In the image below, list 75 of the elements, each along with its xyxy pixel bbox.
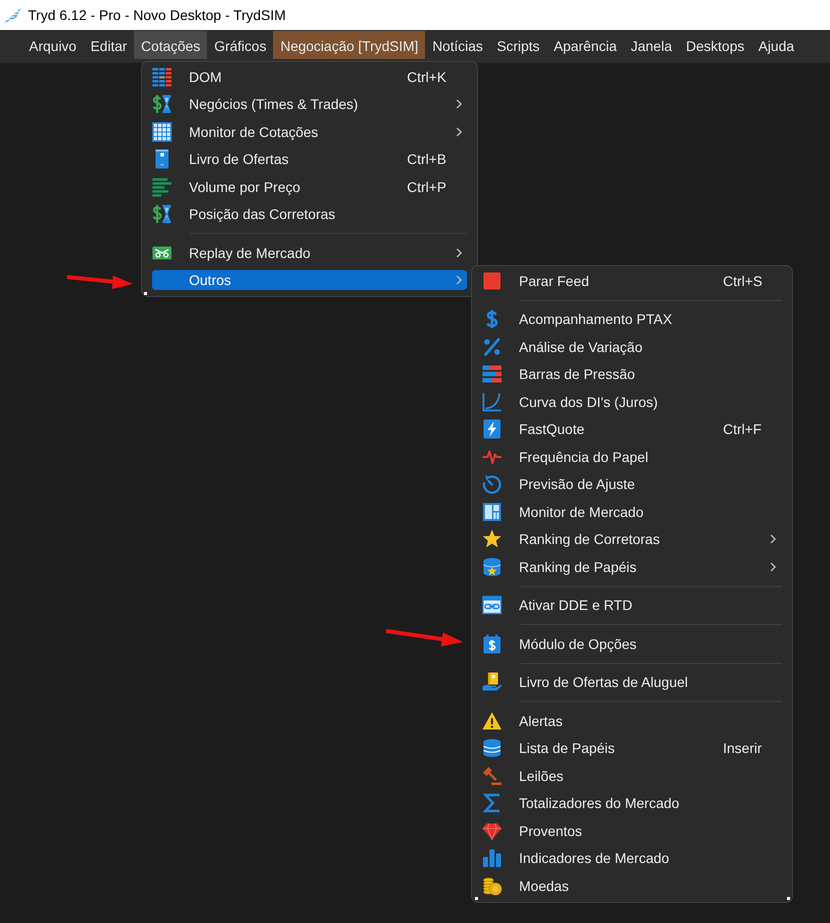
bar-grid-icon bbox=[152, 66, 172, 87]
coins-icon bbox=[482, 876, 502, 896]
menu-item[interactable]: Ranking de Papéis bbox=[482, 556, 782, 577]
menu-bar-item[interactable]: Aparência bbox=[546, 31, 624, 59]
shortcut-text: Ctrl+F bbox=[723, 420, 762, 440]
menu-item[interactable]: Livro de Ofertas de Aluguel bbox=[482, 672, 782, 692]
gem-icon bbox=[482, 820, 502, 841]
menu-item[interactable]: Ranking de Corretoras bbox=[482, 529, 782, 550]
menu-item[interactable]: Frequência do Papel bbox=[482, 446, 782, 467]
calendar-dollar-icon bbox=[482, 634, 502, 654]
split-bars-icon bbox=[482, 364, 502, 384]
warning-icon bbox=[482, 710, 502, 731]
lightning-icon bbox=[482, 419, 502, 440]
menu-item[interactable]: Ativar DDE e RTD bbox=[482, 595, 782, 616]
menu-item[interactable]: Replay de Mercado bbox=[152, 242, 467, 263]
shortcut-text: Ctrl+K bbox=[407, 68, 446, 87]
menu-item[interactable]: Proventos bbox=[482, 820, 782, 841]
corner-marker-icon bbox=[475, 897, 478, 900]
menu-item[interactable]: Livro de Ofertas Ctrl+B bbox=[152, 149, 467, 170]
menu-item[interactable]: DOM Ctrl+K bbox=[152, 66, 467, 87]
menu-item[interactable]: Leilões bbox=[482, 766, 782, 786]
star-icon bbox=[482, 529, 502, 550]
horizontal-bars-icon bbox=[152, 176, 172, 197]
menu-item[interactable]: Monitor de Cotações bbox=[152, 122, 467, 142]
menu-bar-item[interactable]: Editar bbox=[83, 31, 134, 59]
menu-bar-item[interactable]: Negociação [TrydSIM] bbox=[273, 31, 426, 59]
menu-bar-item[interactable]: Desktops bbox=[679, 31, 752, 59]
table-grid-icon bbox=[152, 122, 172, 142]
feather-logo-icon bbox=[3, 6, 22, 24]
menu-bar-item[interactable]: Cotações bbox=[134, 31, 208, 59]
menu-item[interactable]: Análise de Variação bbox=[482, 336, 782, 357]
menu-item[interactable]: Parar Feed Ctrl+S bbox=[482, 270, 782, 291]
menu-bar-item[interactable]: Scripts bbox=[490, 31, 547, 59]
menu-bar-item[interactable]: Janela bbox=[624, 31, 679, 59]
menu-bar-item[interactable]: Gráficos bbox=[207, 31, 274, 59]
menu-bar-item[interactable]: Ajuda bbox=[751, 31, 802, 59]
dollar-hourglass-icon bbox=[152, 94, 172, 114]
gavel-icon bbox=[482, 766, 502, 786]
menu-bar-item[interactable]: Notícias bbox=[425, 31, 490, 59]
percent-icon bbox=[482, 336, 502, 357]
menu-item[interactable]: Alertas bbox=[482, 710, 782, 731]
corner-marker-icon bbox=[787, 897, 790, 900]
shortcut-text: Ctrl+B bbox=[407, 150, 446, 170]
menu-item[interactable]: Lista de Papéis Inserir bbox=[482, 738, 782, 758]
menu-item[interactable]: Totalizadores do Mercado bbox=[482, 793, 782, 814]
menu-item[interactable]: Volume por Preço Ctrl+P bbox=[152, 176, 467, 197]
corner-marker-icon bbox=[144, 292, 147, 295]
layout-icon bbox=[482, 502, 502, 522]
menu-item[interactable]: Indicadores de Mercado bbox=[482, 848, 782, 868]
menu-item[interactable]: Moedas bbox=[482, 876, 782, 896]
window-title: Tryd 6.12 - Pro - Novo Desktop - TrydSIM bbox=[28, 6, 286, 25]
menu-item[interactable]: Previsão de Ajuste bbox=[482, 474, 782, 494]
menu-item[interactable]: Barras de Pressão bbox=[482, 364, 782, 384]
shortcut-text: Ctrl+P bbox=[407, 178, 446, 197]
menu-bar-item[interactable]: Arquivo bbox=[22, 31, 84, 59]
shortcut-text: Ctrl+S bbox=[723, 272, 762, 291]
menu-item[interactable]: Módulo de Opções bbox=[482, 634, 782, 654]
link-window-icon bbox=[482, 595, 502, 616]
menu-item[interactable]: FastQuote Ctrl+F bbox=[482, 419, 782, 440]
menu-item[interactable]: Outros bbox=[152, 270, 467, 290]
shortcut-text: Inserir bbox=[723, 739, 762, 758]
timer-icon bbox=[482, 474, 502, 494]
stop-icon bbox=[482, 270, 502, 291]
database-icon bbox=[482, 738, 502, 758]
menu-item[interactable]: Negócios (Times & Trades) bbox=[152, 94, 467, 114]
menu-item[interactable]: Monitor de Mercado bbox=[482, 502, 782, 522]
database-star-icon bbox=[482, 556, 502, 577]
dollar-hourglass-icon bbox=[152, 204, 172, 224]
sigma-icon bbox=[482, 793, 502, 814]
book-hand-icon bbox=[482, 672, 502, 692]
menu-item[interactable]: Posição das Corretoras bbox=[152, 204, 467, 224]
bar-chart-icon bbox=[482, 848, 502, 868]
menu-item[interactable]: Curva dos DI's (Juros) bbox=[482, 392, 782, 412]
menu-item[interactable]: Acompanhamento PTAX bbox=[482, 309, 782, 330]
curve-chart-icon bbox=[482, 392, 502, 412]
